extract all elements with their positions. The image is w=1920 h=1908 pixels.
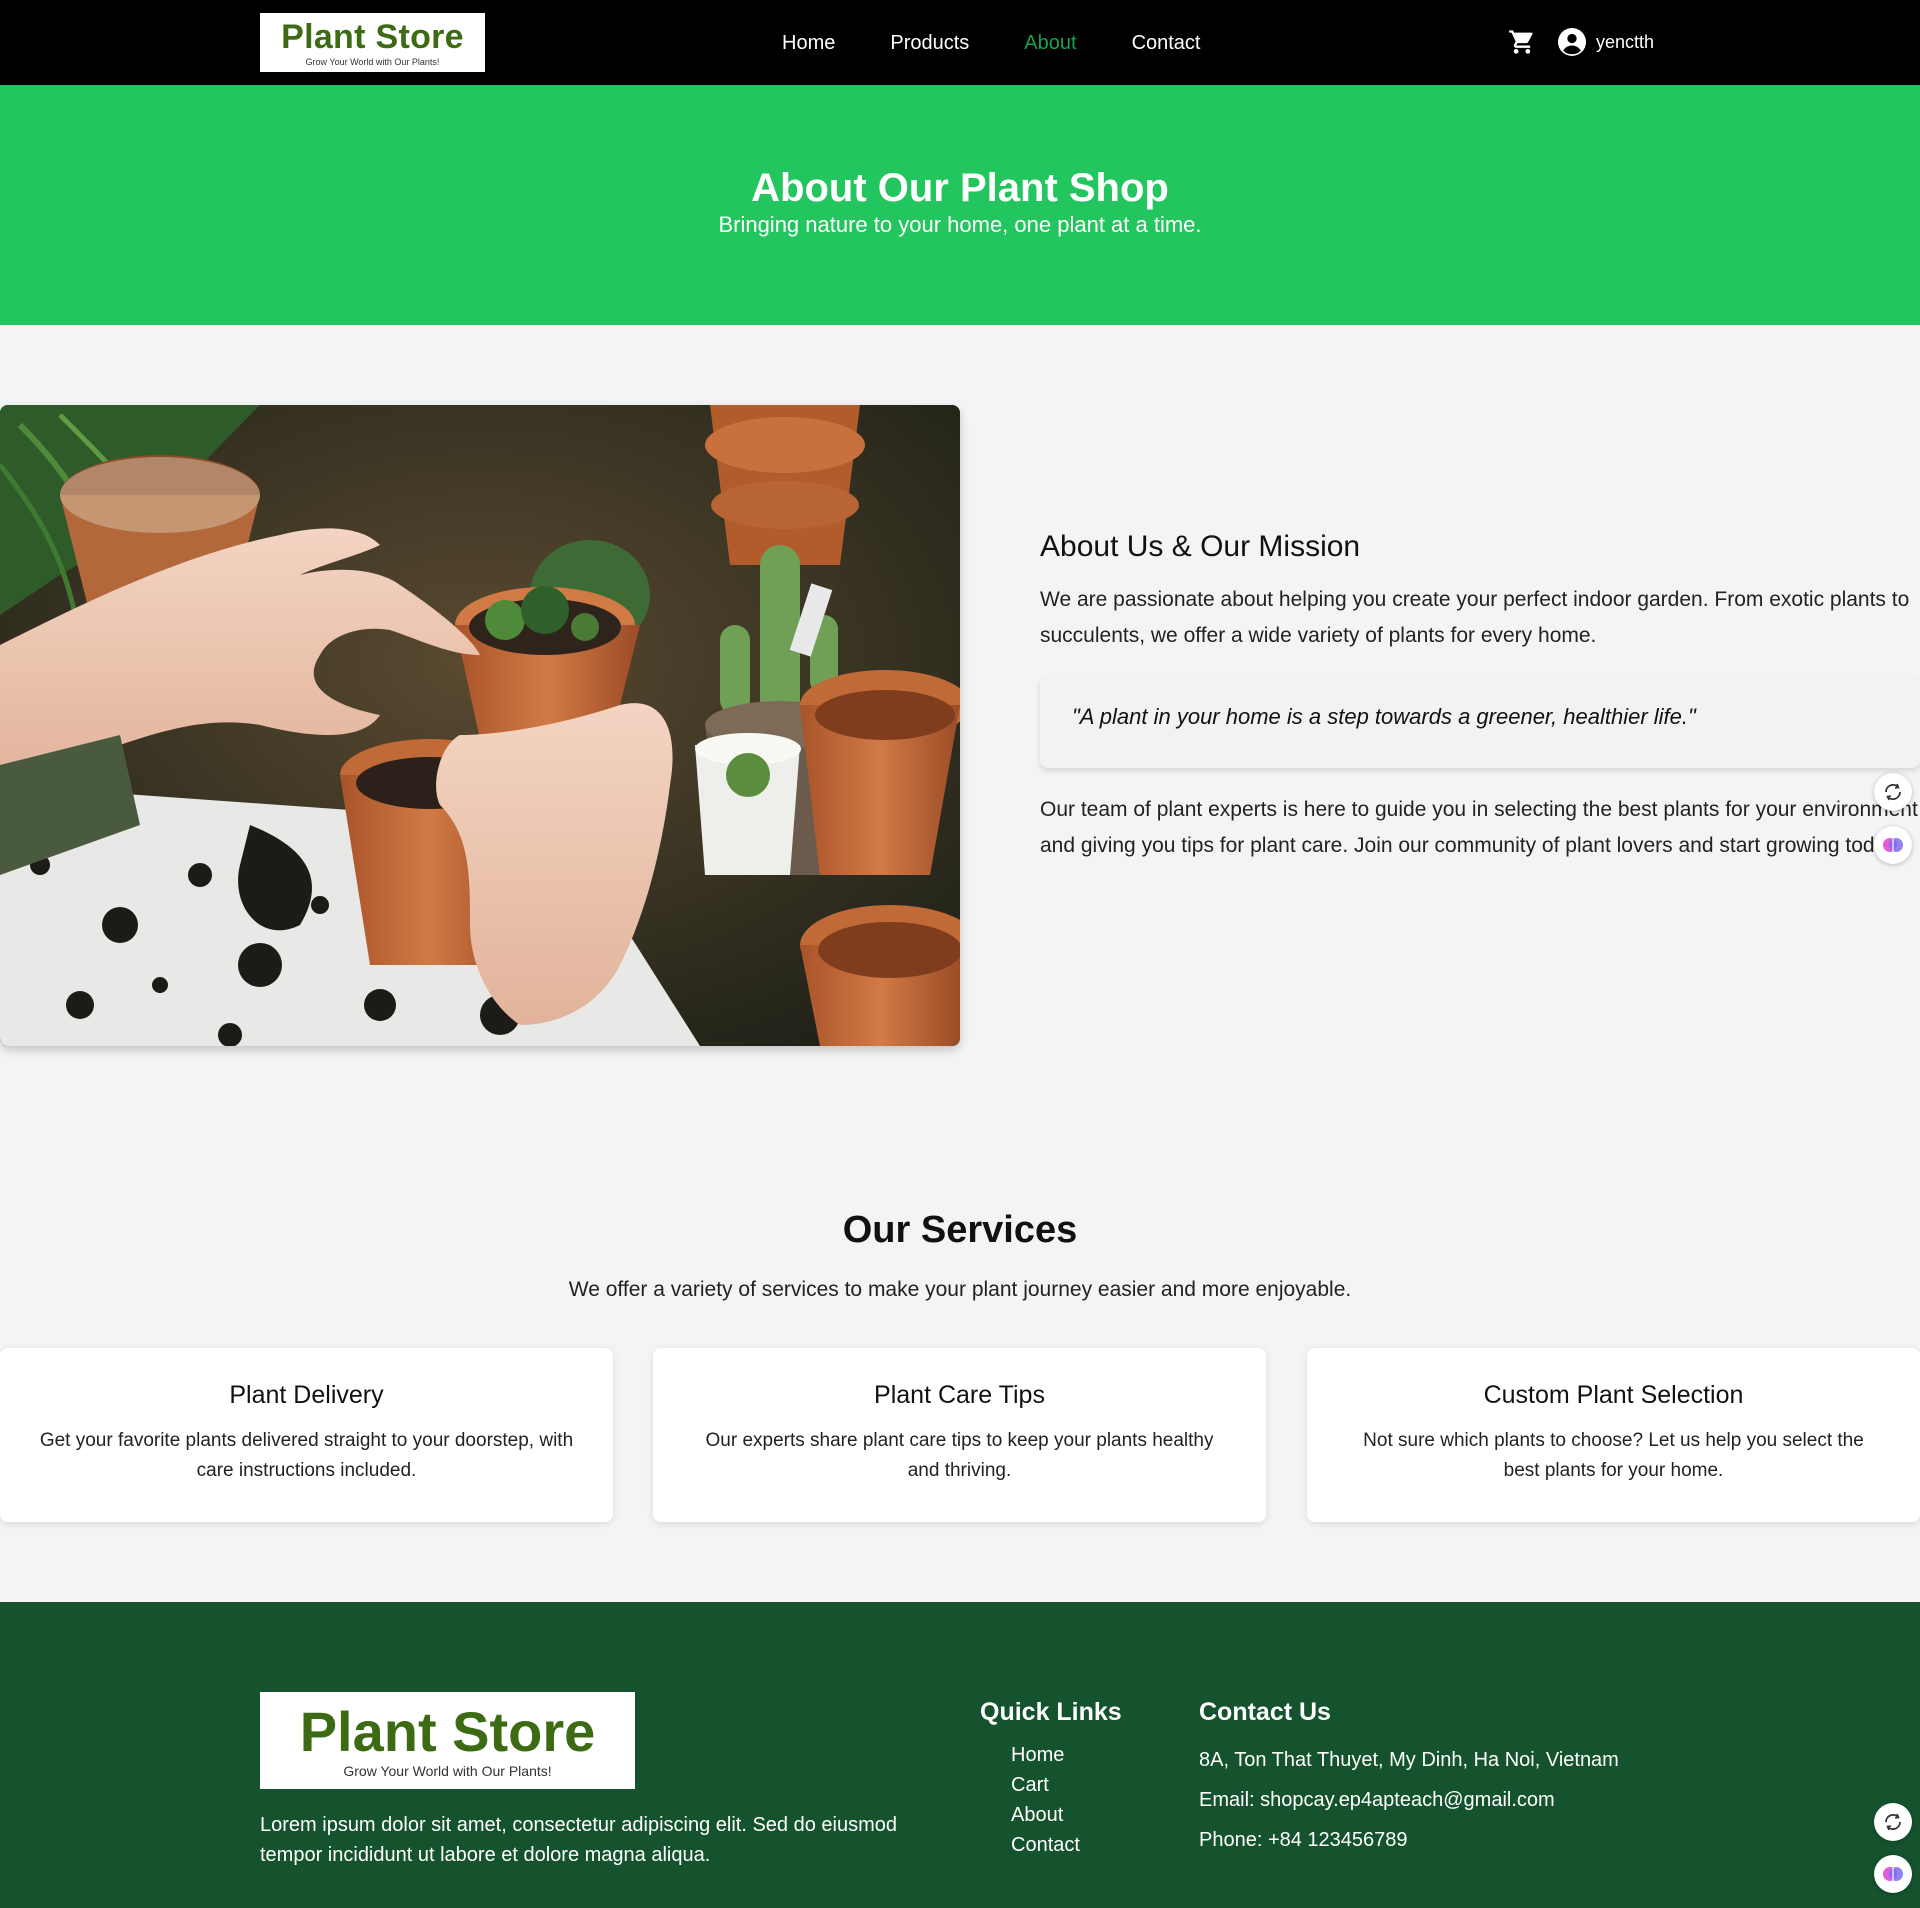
translate-icon <box>1885 1813 1901 1831</box>
nav-link-products[interactable]: Products <box>890 31 969 55</box>
logo-title: Plant Store <box>281 18 464 56</box>
user-area: yenctth <box>1508 28 1654 56</box>
username[interactable]: yenctth <box>1596 32 1654 53</box>
ai-assistant-widget-button-bottom[interactable] <box>1874 1855 1912 1893</box>
quote-box: "A plant in your home is a step towards … <box>1040 676 1920 768</box>
about-paragraph-1: We are passionate about helping you crea… <box>1040 588 1910 647</box>
about-image <box>0 405 960 1046</box>
nav-link-contact[interactable]: Contact <box>1132 31 1201 55</box>
footer-logo[interactable]: Plant Store Grow Your World with Our Pla… <box>260 1692 635 1789</box>
hero-banner: About Our Plant Shop Bringing nature to … <box>0 85 1920 325</box>
service-text: Not sure which plants to choose? Let us … <box>1363 1430 1864 1481</box>
ai-assistant-widget-button[interactable] <box>1874 826 1912 864</box>
ai-brain-icon <box>1883 838 1903 852</box>
nav-link-home[interactable]: Home <box>782 31 835 55</box>
ai-brain-icon <box>1883 1867 1903 1881</box>
about-heading: About Us & Our Mission <box>1040 530 1361 563</box>
translate-widget-button[interactable] <box>1874 773 1912 811</box>
footer-link-about[interactable]: About <box>1011 1800 1122 1830</box>
service-title: Plant Delivery <box>229 1381 384 1409</box>
service-card-care-tips: Plant Care Tips Our experts share plant … <box>653 1348 1266 1522</box>
footer-link-contact[interactable]: Contact <box>1011 1830 1122 1860</box>
hero-subtitle: Bringing nature to your home, one plant … <box>718 212 1202 237</box>
quote-text: "A plant in your home is a step towards … <box>1072 704 1696 729</box>
services-title: Our Services <box>842 1209 1078 1251</box>
plant-photo-illustration <box>0 405 960 1046</box>
navbar: Plant Store Grow Your World with Our Pla… <box>0 0 1920 85</box>
footer-logo-tagline: Grow Your World with Our Plants! <box>343 1763 552 1779</box>
quick-links: Quick Links Home Cart About Contact <box>980 1694 1122 1860</box>
contact-phone: Phone: +84 123456789 <box>1199 1829 1408 1851</box>
footer-link-cart[interactable]: Cart <box>1011 1770 1122 1800</box>
contact-title: Contact Us <box>1199 1698 1331 1726</box>
footer: Plant Store Grow Your World with Our Pla… <box>0 1602 1920 1908</box>
footer-description: Lorem ipsum dolor sit amet, consectetur … <box>260 1814 897 1866</box>
about-paragraph-2: Our team of plant experts is here to gui… <box>1040 798 1918 857</box>
service-card-delivery: Plant Delivery Get your favorite plants … <box>0 1348 613 1522</box>
contact-email: Email: shopcay.ep4apteach@gmail.com <box>1199 1789 1555 1811</box>
service-text: Get your favorite plants delivered strai… <box>39 1430 574 1481</box>
main-nav: Home Products About Contact <box>782 31 1256 55</box>
logo-tagline: Grow Your World with Our Plants! <box>305 57 440 67</box>
translate-icon <box>1885 783 1901 801</box>
user-circle-icon[interactable] <box>1558 28 1586 56</box>
cart-icon[interactable] <box>1508 28 1536 56</box>
about-mission: About Us & Our Mission We are passionate… <box>1040 528 1920 864</box>
contact-address: 8A, Ton That Thuyet, My Dinh, Ha Noi, Vi… <box>1199 1749 1619 1771</box>
service-title: Custom Plant Selection <box>1483 1381 1744 1409</box>
service-text: Our experts share plant care tips to kee… <box>705 1430 1214 1481</box>
footer-logo-title: Plant Store <box>299 1700 596 1763</box>
nav-link-about[interactable]: About <box>1024 31 1076 55</box>
page-title: About Our Plant Shop <box>751 166 1169 210</box>
services-subtitle: We offer a variety of services to make y… <box>568 1278 1352 1301</box>
service-title: Plant Care Tips <box>874 1381 1045 1409</box>
contact-us: Contact Us 8A, Ton That Thuyet, My Dinh,… <box>1199 1694 1619 1860</box>
brand-logo[interactable]: Plant Store Grow Your World with Our Pla… <box>260 13 485 72</box>
footer-link-home[interactable]: Home <box>1011 1740 1122 1770</box>
translate-widget-button-bottom[interactable] <box>1874 1803 1912 1841</box>
service-card-custom-selection: Custom Plant Selection Not sure which pl… <box>1307 1348 1920 1522</box>
quick-links-title: Quick Links <box>980 1698 1122 1726</box>
